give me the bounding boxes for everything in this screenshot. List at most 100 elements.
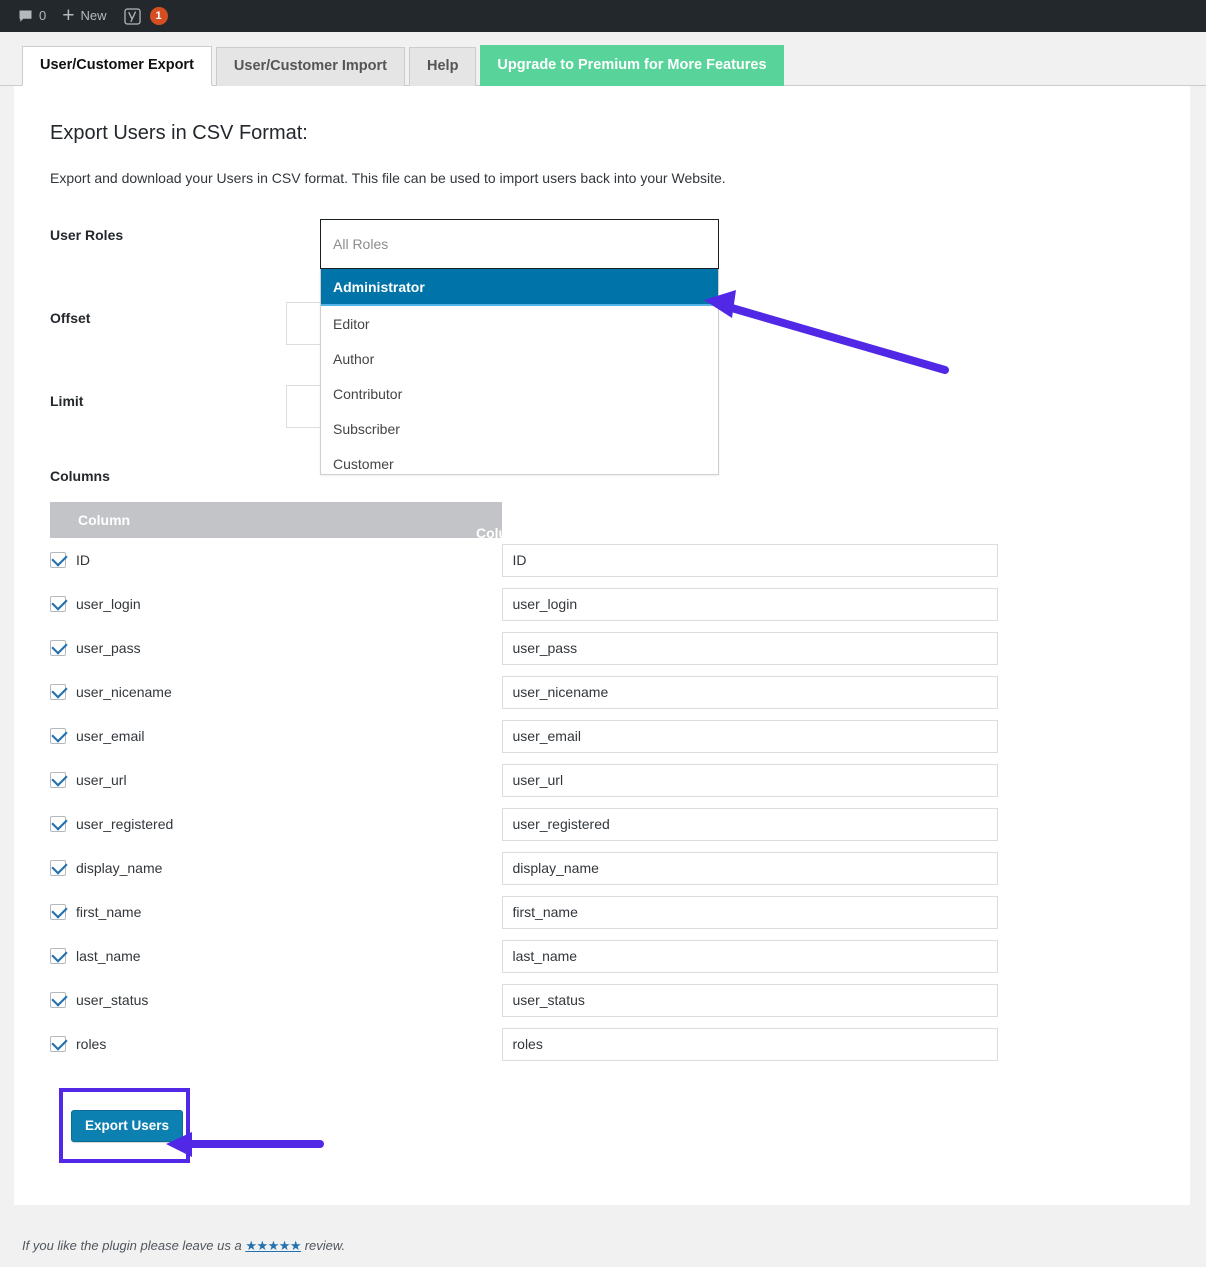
checkbox-user_registered[interactable] bbox=[50, 816, 66, 832]
checkbox-first_name[interactable] bbox=[50, 904, 66, 920]
column-label: user_email bbox=[76, 728, 144, 744]
role-option-subscriber[interactable]: Subscriber bbox=[321, 411, 718, 446]
comment-bubble-icon bbox=[18, 9, 33, 24]
user-roles-option-list[interactable]: Administrator Editor Author Contributor … bbox=[320, 269, 719, 475]
column-label: user_status bbox=[76, 992, 148, 1008]
column-name-input-ID[interactable] bbox=[502, 544, 998, 577]
column-name-cell bbox=[502, 978, 954, 1022]
tab-help[interactable]: Help bbox=[409, 47, 476, 86]
column-name-input-user_pass[interactable] bbox=[502, 632, 998, 665]
checkbox-user_email[interactable] bbox=[50, 728, 66, 744]
column-name-input-last_name[interactable] bbox=[502, 940, 998, 973]
tab-user-customer-export[interactable]: User/Customer Export bbox=[22, 46, 212, 86]
checkbox-ID[interactable] bbox=[50, 552, 66, 568]
review-stars-link[interactable]: ★★★★★ bbox=[245, 1238, 301, 1253]
export-action-zone: Export Users bbox=[50, 1088, 1154, 1178]
column-name-cell bbox=[502, 890, 954, 934]
header-column: Column bbox=[50, 502, 502, 538]
tab-user-customer-import[interactable]: User/Customer Import bbox=[216, 47, 405, 86]
column-name-cell bbox=[502, 1022, 954, 1066]
table-row: last_name bbox=[50, 934, 953, 978]
column-label: user_login bbox=[76, 596, 141, 612]
plus-icon: + bbox=[62, 5, 74, 26]
column-cell: roles bbox=[50, 1022, 502, 1066]
column-label: user_pass bbox=[76, 640, 141, 656]
column-name-input-user_email[interactable] bbox=[502, 720, 998, 753]
table-row: user_registered bbox=[50, 802, 953, 846]
column-name-input-user_registered[interactable] bbox=[502, 808, 998, 841]
user-roles-select-dropdown[interactable]: All Roles Administrator Editor Author Co… bbox=[320, 219, 719, 475]
columns-table: Column ID user_login user_pass user_nicenam… bbox=[50, 502, 953, 1066]
column-name-cell bbox=[502, 802, 954, 846]
tab-bar: User/Customer Export User/Customer Impor… bbox=[0, 32, 1206, 86]
column-checkbox-wrap: user_login bbox=[50, 596, 502, 612]
column-cell: user_nicename bbox=[50, 670, 502, 714]
checkbox-user_pass[interactable] bbox=[50, 640, 66, 656]
column-checkbox-wrap: user_url bbox=[50, 772, 502, 788]
column-checkbox-wrap: user_email bbox=[50, 728, 502, 744]
column-name-input-user_login[interactable] bbox=[502, 588, 998, 621]
column-cell: user_url bbox=[50, 758, 502, 802]
column-name-input-display_name[interactable] bbox=[502, 852, 998, 885]
column-label: ID bbox=[76, 552, 90, 568]
column-label: user_url bbox=[76, 772, 127, 788]
role-option-editor[interactable]: Editor bbox=[321, 306, 718, 341]
user-roles-search-box[interactable]: All Roles bbox=[320, 219, 719, 269]
adminbar-comments[interactable]: 0 bbox=[10, 0, 54, 32]
column-cell: user_email bbox=[50, 714, 502, 758]
column-name-cell bbox=[502, 846, 954, 890]
column-name-cell bbox=[502, 538, 954, 582]
label-offset: Offset bbox=[50, 302, 286, 326]
table-row: user_email bbox=[50, 714, 953, 758]
column-name-input-user_status[interactable] bbox=[502, 984, 998, 1017]
adminbar-new-content[interactable]: + New bbox=[54, 0, 114, 32]
table-row: display_name bbox=[50, 846, 953, 890]
column-checkbox-wrap: user_status bbox=[50, 992, 502, 1008]
columns-table-body: ID user_login user_pass user_nicename user_e… bbox=[50, 538, 953, 1066]
column-checkbox-wrap: user_pass bbox=[50, 640, 502, 656]
export-users-button[interactable]: Export Users bbox=[71, 1110, 183, 1142]
column-label: first_name bbox=[76, 904, 141, 920]
column-cell: ID bbox=[50, 538, 502, 582]
page-title: Export Users in CSV Format: bbox=[50, 120, 1154, 146]
role-option-customer[interactable]: Customer bbox=[321, 446, 718, 475]
column-cell: first_name bbox=[50, 890, 502, 934]
yoast-notification-badge[interactable]: 1 bbox=[150, 7, 168, 25]
table-row: user_url bbox=[50, 758, 953, 802]
table-row: user_pass bbox=[50, 626, 953, 670]
checkbox-user_login[interactable] bbox=[50, 596, 66, 612]
checkbox-user_status[interactable] bbox=[50, 992, 66, 1008]
table-row: roles bbox=[50, 1022, 953, 1066]
table-row: ID bbox=[50, 538, 953, 582]
column-name-input-user_url[interactable] bbox=[502, 764, 998, 797]
checkbox-last_name[interactable] bbox=[50, 948, 66, 964]
column-cell: user_pass bbox=[50, 626, 502, 670]
column-cell: display_name bbox=[50, 846, 502, 890]
column-checkbox-wrap: first_name bbox=[50, 904, 502, 920]
column-name-cell bbox=[502, 626, 954, 670]
column-cell: user_registered bbox=[50, 802, 502, 846]
column-name-input-first_name[interactable] bbox=[502, 896, 998, 929]
adminbar-yoast-seo[interactable]: 1 bbox=[115, 0, 176, 32]
tab-upgrade-to-premium[interactable]: Upgrade to Premium for More Features bbox=[480, 45, 783, 86]
footer-review-text: If you like the plugin please leave us a… bbox=[22, 1238, 345, 1254]
user-roles-search-placeholder: All Roles bbox=[333, 236, 388, 252]
column-name-cell bbox=[502, 582, 954, 626]
role-option-contributor[interactable]: Contributor bbox=[321, 376, 718, 411]
comment-count: 0 bbox=[39, 0, 46, 32]
column-checkbox-wrap: user_nicename bbox=[50, 684, 502, 700]
checkbox-roles[interactable] bbox=[50, 1036, 66, 1052]
table-row: user_status bbox=[50, 978, 953, 1022]
label-limit: Limit bbox=[50, 385, 286, 409]
column-name-cell bbox=[502, 758, 954, 802]
column-name-input-user_nicename[interactable] bbox=[502, 676, 998, 709]
checkbox-user_nicename[interactable] bbox=[50, 684, 66, 700]
checkbox-user_url[interactable] bbox=[50, 772, 66, 788]
table-row: user_login bbox=[50, 582, 953, 626]
column-name-cell bbox=[502, 934, 954, 978]
checkbox-display_name[interactable] bbox=[50, 860, 66, 876]
role-option-administrator[interactable]: Administrator bbox=[321, 269, 718, 306]
column-name-input-roles[interactable] bbox=[502, 1028, 998, 1061]
header-column-name: Column Name bbox=[476, 525, 570, 541]
role-option-author[interactable]: Author bbox=[321, 341, 718, 376]
